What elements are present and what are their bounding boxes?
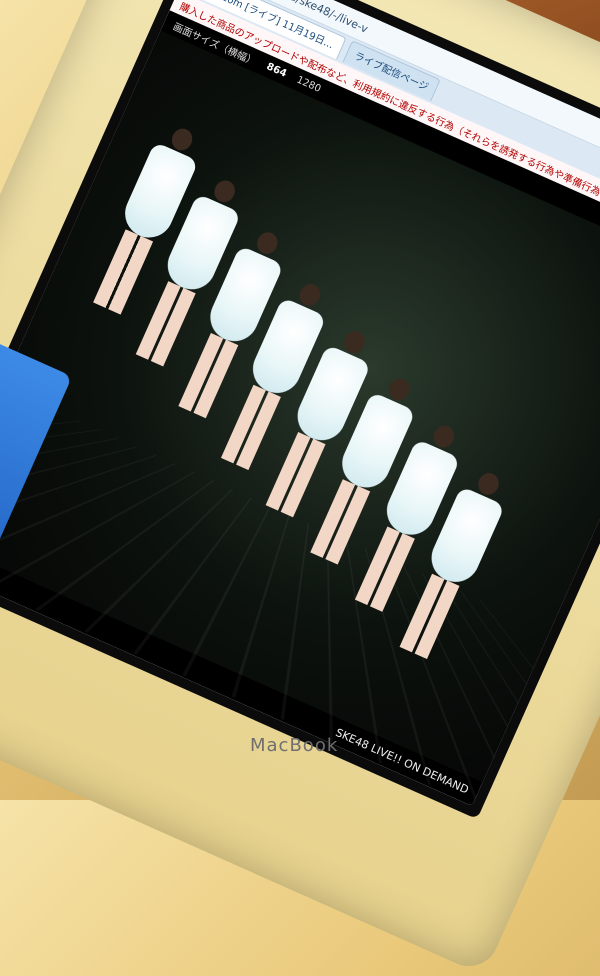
performer-legs bbox=[220, 384, 281, 471]
laptop: www.dmm.com/lod/ske48/-/live-v ⌕ ↻ DMM.c… bbox=[0, 0, 600, 976]
performer-legs bbox=[265, 432, 326, 518]
performer-legs bbox=[135, 281, 196, 367]
browser-window: www.dmm.com/lod/ske48/-/live-v ⌕ ↻ DMM.c… bbox=[0, 0, 600, 807]
laptop-screen: www.dmm.com/lod/ske48/-/live-v ⌕ ↻ DMM.c… bbox=[0, 0, 600, 820]
performer-legs bbox=[93, 229, 154, 315]
size-option-864[interactable]: 864 bbox=[265, 61, 289, 80]
performer-legs bbox=[178, 332, 239, 419]
device-brand: MacBook bbox=[250, 735, 339, 756]
